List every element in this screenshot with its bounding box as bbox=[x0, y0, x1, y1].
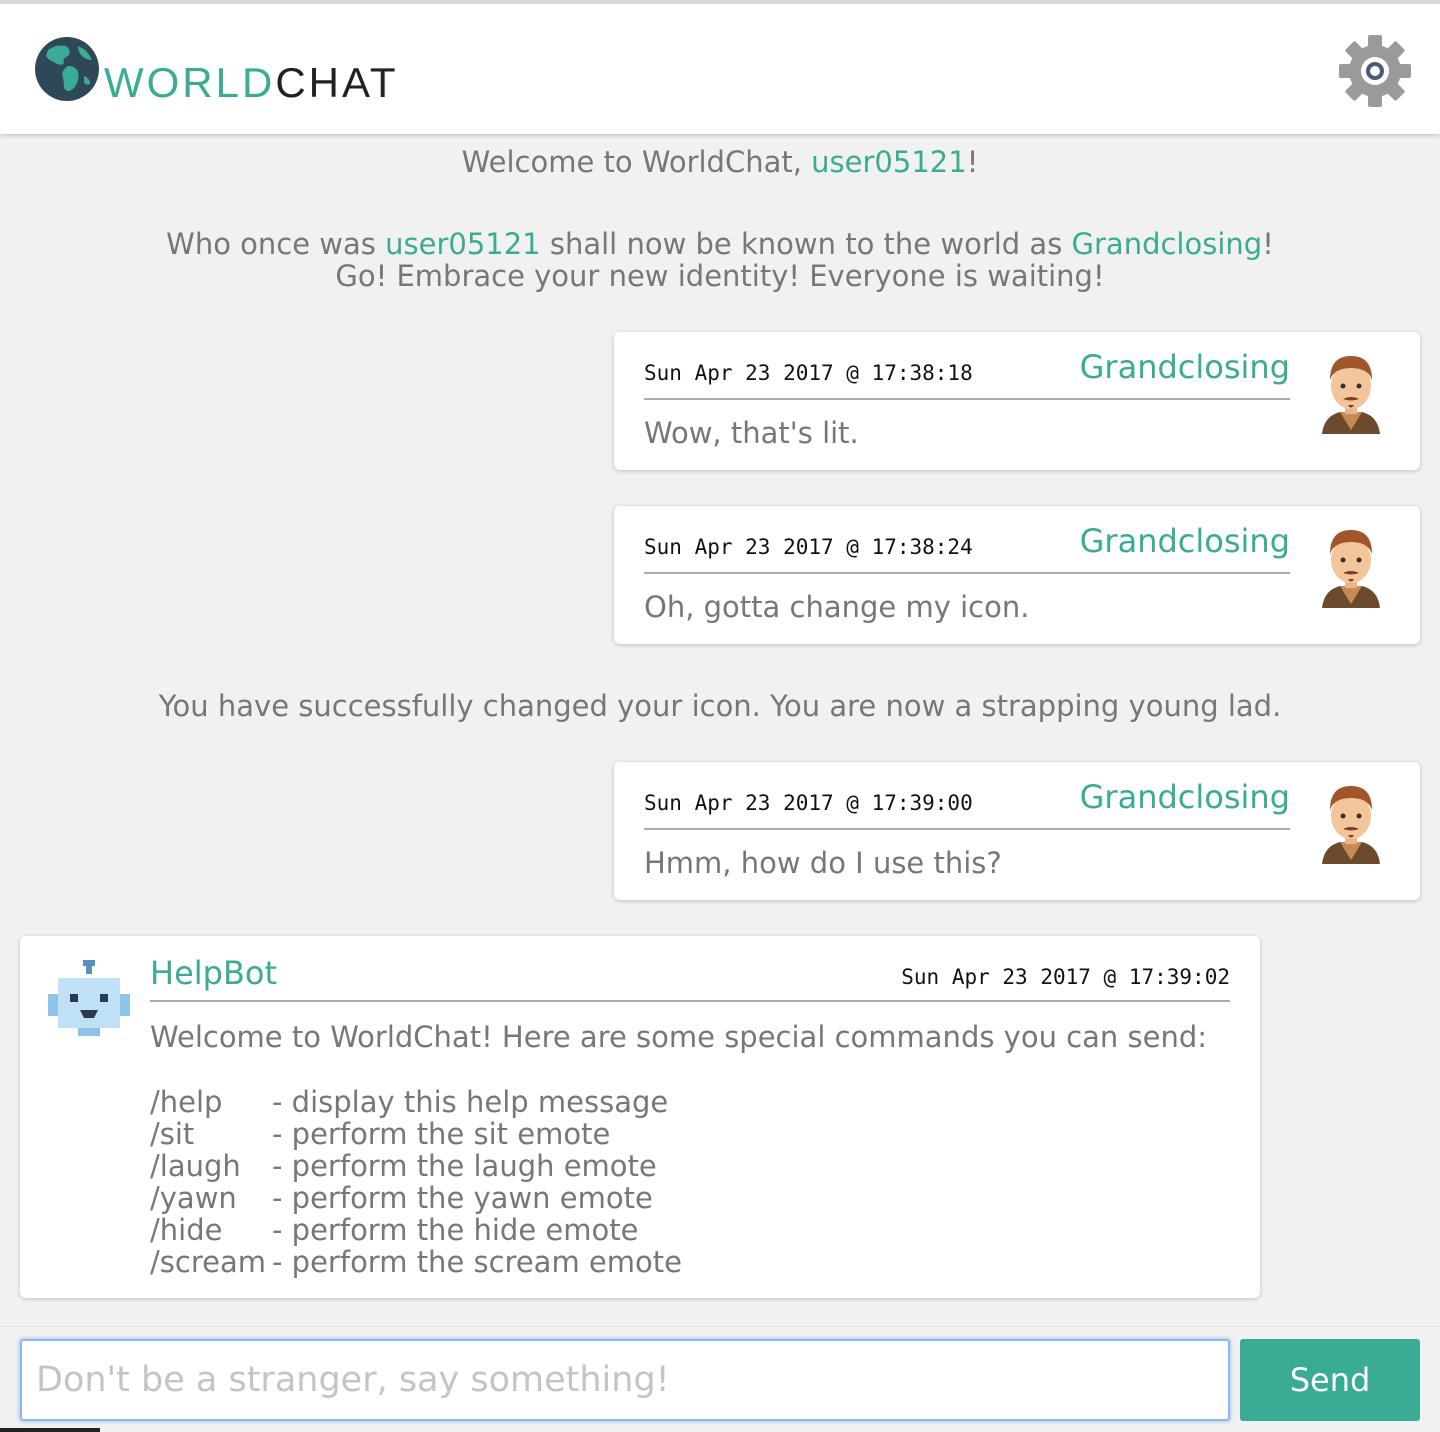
command-description: - perform the sit emote bbox=[272, 1117, 611, 1151]
command-name: /yawn bbox=[150, 1181, 237, 1215]
rename-prefix: Who once was bbox=[166, 227, 386, 261]
command-row: /hide - perform the hide emote bbox=[150, 1214, 682, 1246]
message-text: Oh, gotta change my icon. bbox=[644, 590, 1030, 624]
command-row: /laugh - perform the laugh emote bbox=[150, 1150, 682, 1182]
message-divider bbox=[644, 398, 1290, 400]
welcome-username: user05121 bbox=[811, 145, 967, 179]
message-divider bbox=[150, 1000, 1230, 1002]
command-list: /help - display this help message /sit - p… bbox=[150, 1086, 682, 1278]
young-lad-avatar-icon bbox=[1322, 530, 1380, 608]
logo-world-text: WORLD bbox=[104, 59, 276, 106]
command-name: /sit bbox=[150, 1117, 195, 1151]
rename-line-2: Go! Embrace your new identity! Everyone … bbox=[335, 259, 1105, 293]
rename-system-message: Who once was user05121 shall now be know… bbox=[0, 228, 1440, 292]
command-name: /hide bbox=[150, 1213, 223, 1247]
helpbot-message: HelpBot Sun Apr 23 2017 @ 17:39:02 Welco… bbox=[20, 936, 1260, 1298]
command-name: /scream bbox=[150, 1245, 266, 1279]
message-username[interactable]: Grandclosing bbox=[1080, 522, 1290, 560]
welcome-system-message: Welcome to WorldChat, user05121! bbox=[0, 146, 1440, 178]
send-button[interactable]: Send bbox=[1240, 1339, 1420, 1421]
command-name: /help bbox=[150, 1085, 223, 1119]
message-composer: Send bbox=[0, 1326, 1440, 1432]
message-divider bbox=[644, 572, 1290, 574]
message-timestamp: Sun Apr 23 2017 @ 17:38:24 bbox=[644, 535, 973, 559]
command-row: /scream - perform the scream emote bbox=[150, 1246, 682, 1278]
young-lad-avatar-icon bbox=[1322, 786, 1380, 864]
rename-line-1: Who once was user05121 shall now be know… bbox=[0, 228, 1440, 260]
command-row: /sit - perform the sit emote bbox=[150, 1118, 682, 1150]
helpbot-timestamp: Sun Apr 23 2017 @ 17:39:02 bbox=[901, 965, 1230, 989]
command-row: /yawn - perform the yawn emote bbox=[150, 1182, 682, 1214]
message-divider bbox=[644, 828, 1290, 830]
command-name: /laugh bbox=[150, 1149, 241, 1183]
app-header: WORLDCHAT bbox=[0, 4, 1440, 134]
chat-message: Sun Apr 23 2017 @ 17:38:24 Grandclosing … bbox=[614, 506, 1420, 644]
message-username[interactable]: Grandclosing bbox=[1080, 778, 1290, 816]
message-timestamp: Sun Apr 23 2017 @ 17:39:00 bbox=[644, 791, 973, 815]
message-text: Hmm, how do I use this? bbox=[644, 846, 1002, 880]
welcome-prefix: Welcome to WorldChat, bbox=[461, 145, 812, 179]
message-text: Wow, that's lit. bbox=[644, 416, 859, 450]
message-username[interactable]: Grandclosing bbox=[1080, 348, 1290, 386]
message-timestamp: Sun Apr 23 2017 @ 17:38:18 bbox=[644, 361, 973, 385]
robot-avatar-icon bbox=[48, 960, 130, 1036]
command-row: /help - display this help message bbox=[150, 1086, 682, 1118]
command-description: - perform the laugh emote bbox=[272, 1149, 657, 1183]
gear-icon[interactable] bbox=[1338, 34, 1412, 108]
logo-wordmark: WORLDCHAT bbox=[104, 62, 399, 104]
rename-new-name: Grandclosing bbox=[1071, 227, 1263, 261]
rename-suffix: ! bbox=[1262, 227, 1274, 261]
worldchat-logo[interactable]: WORLDCHAT bbox=[34, 36, 399, 104]
command-description: - perform the yawn emote bbox=[272, 1181, 653, 1215]
window-bottom-edge bbox=[0, 1428, 100, 1432]
command-description: - display this help message bbox=[272, 1085, 669, 1119]
helpbot-username[interactable]: HelpBot bbox=[150, 954, 277, 992]
welcome-suffix: ! bbox=[966, 145, 979, 179]
chat-message: Sun Apr 23 2017 @ 17:38:18 Grandclosing … bbox=[614, 332, 1420, 470]
rename-old-name: user05121 bbox=[385, 227, 541, 261]
rename-middle: shall now be known to the world as bbox=[540, 227, 1072, 261]
icon-changed-system-message: You have successfully changed your icon.… bbox=[158, 689, 1282, 723]
message-input[interactable] bbox=[20, 1339, 1230, 1421]
chat-message: Sun Apr 23 2017 @ 17:39:00 Grandclosing … bbox=[614, 762, 1420, 900]
globe-icon bbox=[35, 37, 99, 101]
logo-chat-text: CHAT bbox=[275, 59, 399, 106]
helpbot-intro: Welcome to WorldChat! Here are some spec… bbox=[150, 1020, 1207, 1054]
young-lad-avatar-icon bbox=[1322, 356, 1380, 434]
command-description: - perform the scream emote bbox=[272, 1245, 682, 1279]
command-description: - perform the hide emote bbox=[272, 1213, 639, 1247]
